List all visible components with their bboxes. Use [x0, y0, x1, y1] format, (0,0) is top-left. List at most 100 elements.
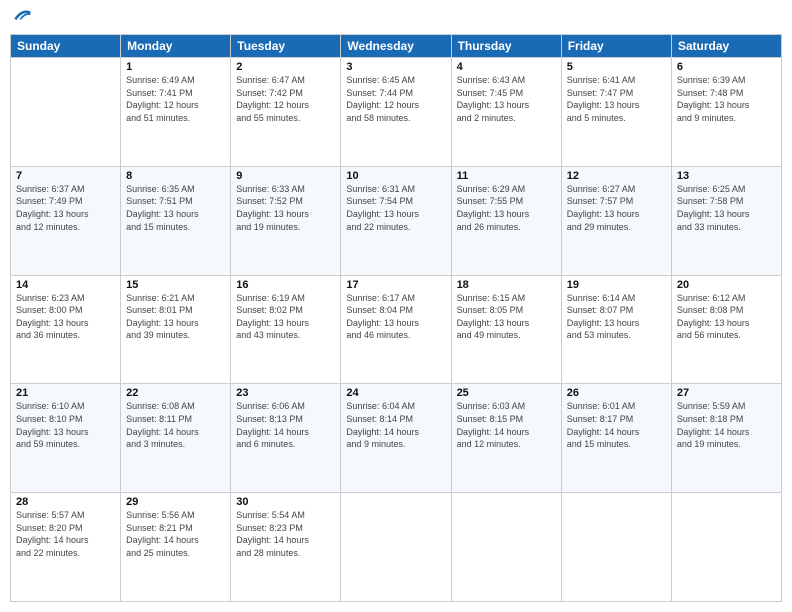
day-info: Sunrise: 6:01 AMSunset: 8:17 PMDaylight:…	[567, 400, 666, 450]
day-number: 19	[567, 279, 666, 291]
calendar-cell: 26Sunrise: 6:01 AMSunset: 8:17 PMDayligh…	[561, 384, 671, 493]
calendar-cell: 8Sunrise: 6:35 AMSunset: 7:51 PMDaylight…	[121, 166, 231, 275]
day-info: Sunrise: 6:15 AMSunset: 8:05 PMDaylight:…	[457, 292, 556, 342]
day-info: Sunrise: 6:47 AMSunset: 7:42 PMDaylight:…	[236, 74, 335, 124]
day-number: 29	[126, 496, 225, 508]
day-info: Sunrise: 6:37 AMSunset: 7:49 PMDaylight:…	[16, 183, 115, 233]
day-number: 3	[346, 61, 445, 73]
calendar-cell	[11, 58, 121, 167]
day-info: Sunrise: 6:35 AMSunset: 7:51 PMDaylight:…	[126, 183, 225, 233]
calendar-cell: 4Sunrise: 6:43 AMSunset: 7:45 PMDaylight…	[451, 58, 561, 167]
week-row-3: 14Sunrise: 6:23 AMSunset: 8:00 PMDayligh…	[11, 275, 782, 384]
day-number: 15	[126, 279, 225, 291]
day-info: Sunrise: 5:59 AMSunset: 8:18 PMDaylight:…	[677, 400, 776, 450]
day-number: 18	[457, 279, 556, 291]
day-number: 17	[346, 279, 445, 291]
day-number: 23	[236, 387, 335, 399]
day-info: Sunrise: 6:27 AMSunset: 7:57 PMDaylight:…	[567, 183, 666, 233]
day-number: 1	[126, 61, 225, 73]
day-number: 5	[567, 61, 666, 73]
calendar-body: 1Sunrise: 6:49 AMSunset: 7:41 PMDaylight…	[11, 58, 782, 602]
calendar-cell: 21Sunrise: 6:10 AMSunset: 8:10 PMDayligh…	[11, 384, 121, 493]
calendar-cell: 23Sunrise: 6:06 AMSunset: 8:13 PMDayligh…	[231, 384, 341, 493]
weekday-header-saturday: Saturday	[671, 35, 781, 58]
calendar-cell: 29Sunrise: 5:56 AMSunset: 8:21 PMDayligh…	[121, 493, 231, 602]
day-number: 24	[346, 387, 445, 399]
weekday-header-thursday: Thursday	[451, 35, 561, 58]
weekday-header-sunday: Sunday	[11, 35, 121, 58]
day-info: Sunrise: 6:04 AMSunset: 8:14 PMDaylight:…	[346, 400, 445, 450]
calendar-cell: 15Sunrise: 6:21 AMSunset: 8:01 PMDayligh…	[121, 275, 231, 384]
calendar-cell: 5Sunrise: 6:41 AMSunset: 7:47 PMDaylight…	[561, 58, 671, 167]
day-number: 11	[457, 170, 556, 182]
day-info: Sunrise: 6:23 AMSunset: 8:00 PMDaylight:…	[16, 292, 115, 342]
calendar-cell: 1Sunrise: 6:49 AMSunset: 7:41 PMDaylight…	[121, 58, 231, 167]
day-info: Sunrise: 6:08 AMSunset: 8:11 PMDaylight:…	[126, 400, 225, 450]
calendar-cell: 18Sunrise: 6:15 AMSunset: 8:05 PMDayligh…	[451, 275, 561, 384]
day-info: Sunrise: 6:10 AMSunset: 8:10 PMDaylight:…	[16, 400, 115, 450]
day-info: Sunrise: 6:25 AMSunset: 7:58 PMDaylight:…	[677, 183, 776, 233]
calendar-cell	[451, 493, 561, 602]
calendar-cell: 7Sunrise: 6:37 AMSunset: 7:49 PMDaylight…	[11, 166, 121, 275]
day-info: Sunrise: 6:14 AMSunset: 8:07 PMDaylight:…	[567, 292, 666, 342]
logo	[10, 10, 32, 26]
header	[10, 10, 782, 26]
day-number: 7	[16, 170, 115, 182]
day-info: Sunrise: 5:54 AMSunset: 8:23 PMDaylight:…	[236, 509, 335, 559]
day-info: Sunrise: 6:49 AMSunset: 7:41 PMDaylight:…	[126, 74, 225, 124]
day-number: 13	[677, 170, 776, 182]
calendar: SundayMondayTuesdayWednesdayThursdayFrid…	[10, 34, 782, 602]
weekday-header-monday: Monday	[121, 35, 231, 58]
day-info: Sunrise: 6:41 AMSunset: 7:47 PMDaylight:…	[567, 74, 666, 124]
day-number: 9	[236, 170, 335, 182]
page: SundayMondayTuesdayWednesdayThursdayFrid…	[0, 0, 792, 612]
calendar-cell: 6Sunrise: 6:39 AMSunset: 7:48 PMDaylight…	[671, 58, 781, 167]
day-info: Sunrise: 6:21 AMSunset: 8:01 PMDaylight:…	[126, 292, 225, 342]
day-number: 22	[126, 387, 225, 399]
day-info: Sunrise: 6:17 AMSunset: 8:04 PMDaylight:…	[346, 292, 445, 342]
day-number: 30	[236, 496, 335, 508]
day-number: 21	[16, 387, 115, 399]
day-number: 20	[677, 279, 776, 291]
day-number: 26	[567, 387, 666, 399]
day-info: Sunrise: 6:19 AMSunset: 8:02 PMDaylight:…	[236, 292, 335, 342]
calendar-cell: 17Sunrise: 6:17 AMSunset: 8:04 PMDayligh…	[341, 275, 451, 384]
weekday-header-row: SundayMondayTuesdayWednesdayThursdayFrid…	[11, 35, 782, 58]
day-number: 27	[677, 387, 776, 399]
calendar-cell	[341, 493, 451, 602]
day-info: Sunrise: 5:56 AMSunset: 8:21 PMDaylight:…	[126, 509, 225, 559]
calendar-cell: 3Sunrise: 6:45 AMSunset: 7:44 PMDaylight…	[341, 58, 451, 167]
day-info: Sunrise: 6:03 AMSunset: 8:15 PMDaylight:…	[457, 400, 556, 450]
week-row-1: 1Sunrise: 6:49 AMSunset: 7:41 PMDaylight…	[11, 58, 782, 167]
day-number: 28	[16, 496, 115, 508]
day-number: 12	[567, 170, 666, 182]
calendar-cell: 12Sunrise: 6:27 AMSunset: 7:57 PMDayligh…	[561, 166, 671, 275]
calendar-cell: 30Sunrise: 5:54 AMSunset: 8:23 PMDayligh…	[231, 493, 341, 602]
logo-icon	[12, 6, 32, 26]
day-info: Sunrise: 6:06 AMSunset: 8:13 PMDaylight:…	[236, 400, 335, 450]
day-info: Sunrise: 6:29 AMSunset: 7:55 PMDaylight:…	[457, 183, 556, 233]
calendar-cell	[671, 493, 781, 602]
calendar-cell: 20Sunrise: 6:12 AMSunset: 8:08 PMDayligh…	[671, 275, 781, 384]
day-info: Sunrise: 5:57 AMSunset: 8:20 PMDaylight:…	[16, 509, 115, 559]
calendar-cell: 28Sunrise: 5:57 AMSunset: 8:20 PMDayligh…	[11, 493, 121, 602]
week-row-4: 21Sunrise: 6:10 AMSunset: 8:10 PMDayligh…	[11, 384, 782, 493]
calendar-cell: 11Sunrise: 6:29 AMSunset: 7:55 PMDayligh…	[451, 166, 561, 275]
day-info: Sunrise: 6:43 AMSunset: 7:45 PMDaylight:…	[457, 74, 556, 124]
day-info: Sunrise: 6:33 AMSunset: 7:52 PMDaylight:…	[236, 183, 335, 233]
day-number: 8	[126, 170, 225, 182]
calendar-cell: 25Sunrise: 6:03 AMSunset: 8:15 PMDayligh…	[451, 384, 561, 493]
weekday-header-friday: Friday	[561, 35, 671, 58]
day-number: 6	[677, 61, 776, 73]
calendar-cell: 24Sunrise: 6:04 AMSunset: 8:14 PMDayligh…	[341, 384, 451, 493]
day-number: 14	[16, 279, 115, 291]
calendar-cell: 22Sunrise: 6:08 AMSunset: 8:11 PMDayligh…	[121, 384, 231, 493]
calendar-cell: 2Sunrise: 6:47 AMSunset: 7:42 PMDaylight…	[231, 58, 341, 167]
day-info: Sunrise: 6:12 AMSunset: 8:08 PMDaylight:…	[677, 292, 776, 342]
day-info: Sunrise: 6:39 AMSunset: 7:48 PMDaylight:…	[677, 74, 776, 124]
week-row-2: 7Sunrise: 6:37 AMSunset: 7:49 PMDaylight…	[11, 166, 782, 275]
day-number: 2	[236, 61, 335, 73]
weekday-header-wednesday: Wednesday	[341, 35, 451, 58]
day-number: 10	[346, 170, 445, 182]
day-number: 25	[457, 387, 556, 399]
